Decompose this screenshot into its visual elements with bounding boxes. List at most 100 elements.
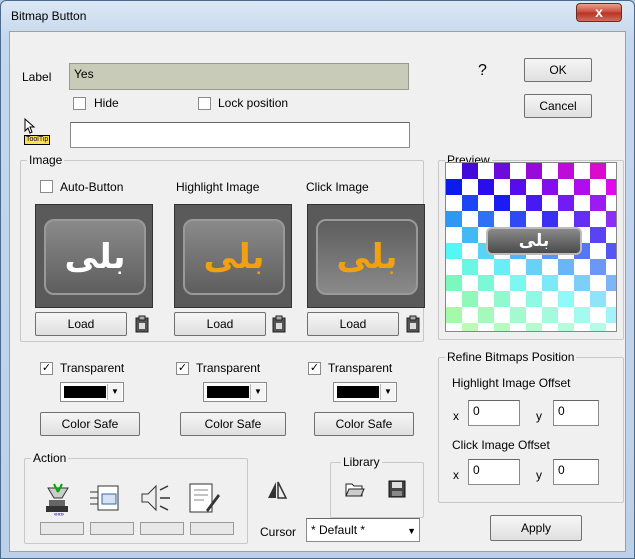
checker-square bbox=[590, 323, 606, 331]
click-x-input[interactable]: 0 bbox=[468, 459, 520, 485]
checker-square bbox=[558, 195, 574, 211]
paste-click-icon[interactable] bbox=[405, 315, 421, 333]
sound-icon[interactable] bbox=[138, 480, 174, 516]
color-safe-normal-button[interactable]: Color Safe bbox=[40, 412, 140, 436]
tooltip-input[interactable] bbox=[70, 122, 410, 148]
highlight-image-caption: Highlight Image bbox=[176, 180, 260, 194]
checker-square bbox=[494, 291, 510, 307]
highlight-offset-caption: Highlight Image Offset bbox=[452, 376, 571, 390]
transparent-color-normal-dropdown[interactable]: ▼ bbox=[60, 382, 124, 402]
action-slot-4[interactable] bbox=[190, 522, 234, 535]
checker-square bbox=[558, 259, 574, 275]
checker-square bbox=[446, 243, 462, 259]
apply-button[interactable]: Apply bbox=[490, 515, 582, 541]
transparent-normal-checkbox[interactable]: ✓ bbox=[40, 362, 53, 375]
edit-document-icon[interactable] bbox=[186, 480, 222, 516]
color-safe-click-button[interactable]: Color Safe bbox=[314, 412, 414, 436]
cursor-dropdown[interactable]: * Default * ▼ bbox=[306, 518, 420, 542]
checker-square bbox=[462, 323, 478, 331]
checker-square bbox=[494, 195, 510, 211]
action-slot-1[interactable] bbox=[40, 522, 84, 535]
flip-horizontal-icon[interactable] bbox=[266, 480, 288, 500]
action-group-title: Action bbox=[31, 451, 69, 465]
tooltip-icon: ToolTip bbox=[22, 117, 51, 146]
checker-square bbox=[574, 211, 590, 227]
paste-highlight-icon[interactable] bbox=[271, 315, 287, 333]
transparent-highlight-label: Transparent bbox=[196, 361, 261, 375]
checker-square bbox=[590, 291, 606, 307]
click-offset-caption: Click Image Offset bbox=[452, 438, 550, 452]
image-group-title: Image bbox=[27, 153, 65, 167]
checker-square bbox=[462, 227, 478, 243]
highlight-x-input[interactable]: 0 bbox=[468, 400, 520, 426]
help-icon[interactable]: ? bbox=[478, 62, 487, 80]
highlight-x-label: x bbox=[453, 409, 459, 423]
checker-square bbox=[462, 195, 478, 211]
checker-square bbox=[510, 275, 526, 291]
load-normal-button[interactable]: Load bbox=[35, 312, 127, 336]
run-program-icon[interactable]: ««» bbox=[40, 480, 76, 518]
chevron-down-icon: ▼ bbox=[380, 384, 395, 400]
cancel-button[interactable]: Cancel bbox=[524, 94, 592, 118]
action-slot-2[interactable] bbox=[90, 522, 134, 535]
checker-square bbox=[526, 195, 542, 211]
checker-square bbox=[446, 211, 462, 227]
highlight-image-face: بلی bbox=[183, 219, 285, 295]
color-safe-highlight-button[interactable]: Color Safe bbox=[180, 412, 286, 436]
checker-square bbox=[574, 275, 590, 291]
transparent-color-highlight-dropdown[interactable]: ▼ bbox=[203, 382, 267, 402]
hide-label: Hide bbox=[94, 96, 119, 110]
close-button[interactable]: x bbox=[576, 3, 622, 22]
checker-square bbox=[558, 323, 574, 331]
checker-square bbox=[574, 307, 590, 323]
transparent-click-checkbox[interactable]: ✓ bbox=[308, 362, 321, 375]
auto-button-label: Auto-Button bbox=[60, 180, 124, 194]
checker-square bbox=[446, 275, 462, 291]
hide-checkbox[interactable] bbox=[73, 97, 86, 110]
refine-position-title: Refine Bitmaps Position bbox=[445, 350, 577, 364]
ok-button[interactable]: OK bbox=[524, 58, 592, 82]
cursor-label: Cursor bbox=[260, 525, 297, 539]
click-y-input[interactable]: 0 bbox=[553, 459, 599, 485]
checker-square bbox=[590, 163, 606, 179]
chevron-down-icon: ▼ bbox=[407, 526, 416, 536]
transparent-click-label: Transparent bbox=[328, 361, 393, 375]
lock-position-checkbox[interactable] bbox=[198, 97, 211, 110]
window-title: Bitmap Button bbox=[11, 9, 87, 23]
click-x-value: 0 bbox=[473, 463, 480, 477]
preview-canvas: بلی bbox=[445, 162, 617, 332]
save-icon[interactable] bbox=[388, 480, 406, 498]
checker-square bbox=[606, 211, 616, 227]
checker-square bbox=[494, 259, 510, 275]
auto-button-checkbox[interactable] bbox=[40, 180, 53, 193]
load-highlight-button[interactable]: Load bbox=[174, 312, 266, 336]
highlight-y-input[interactable]: 0 bbox=[553, 400, 599, 426]
checker-square bbox=[526, 163, 542, 179]
dialog-window: Bitmap Button x Label Yes ? OK Cancel Hi… bbox=[0, 0, 635, 559]
click-image-caption: Click Image bbox=[306, 180, 369, 194]
load-click-button[interactable]: Load bbox=[307, 312, 399, 336]
transparent-color-click-dropdown[interactable]: ▼ bbox=[333, 382, 397, 402]
checker-square bbox=[590, 227, 606, 243]
title-bar[interactable]: Bitmap Button x bbox=[1, 1, 634, 31]
normal-image-preview: بلی bbox=[35, 204, 153, 308]
click-y-value: 0 bbox=[558, 463, 565, 477]
paste-normal-icon[interactable] bbox=[134, 315, 150, 333]
checker-square bbox=[462, 291, 478, 307]
checker-square bbox=[590, 195, 606, 211]
label-input-value: Yes bbox=[74, 67, 94, 81]
chevron-down-icon: ▼ bbox=[107, 384, 122, 400]
library-group-title: Library bbox=[341, 455, 382, 469]
jump-page-icon[interactable] bbox=[88, 480, 124, 516]
highlight-y-label: y bbox=[536, 409, 542, 423]
open-folder-icon[interactable] bbox=[345, 480, 365, 498]
checker-square bbox=[510, 211, 526, 227]
label-input[interactable]: Yes bbox=[69, 63, 409, 90]
chevron-down-icon: ▼ bbox=[250, 384, 265, 400]
checker-square bbox=[446, 307, 462, 323]
action-slot-3[interactable] bbox=[140, 522, 184, 535]
checker-square bbox=[558, 163, 574, 179]
checker-square bbox=[542, 179, 558, 195]
cursor-dropdown-value: * Default * bbox=[311, 523, 366, 537]
transparent-highlight-checkbox[interactable]: ✓ bbox=[176, 362, 189, 375]
